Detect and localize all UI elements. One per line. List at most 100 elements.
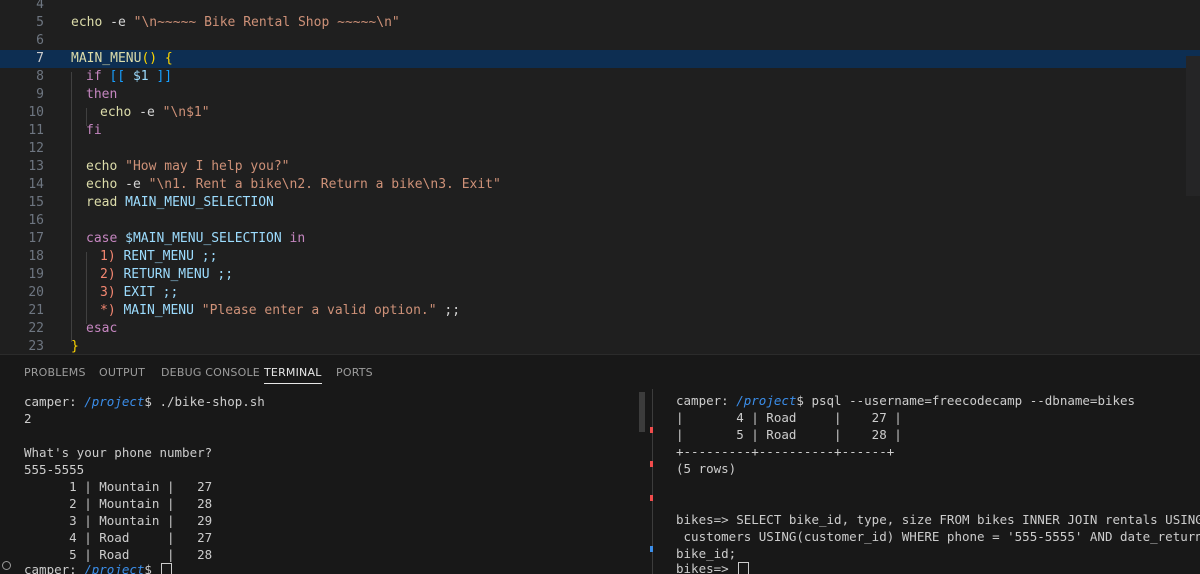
terminal-line: customers USING(customer_id) WHERE phone… [676,529,1200,544]
panel-tab-bar: PROBLEMS OUTPUT DEBUG CONSOLE TERMINAL P… [0,354,1200,389]
code-token: "How may I help you?" [117,159,290,174]
code-token: EXIT ;; [115,285,179,300]
code-line[interactable]: 17 case $MAIN_MENU_SELECTION in [0,230,1200,248]
code-line[interactable]: 16 [0,212,1200,230]
code-token: RETURN_MENU ;; [115,267,234,282]
line-number: 15 [28,195,44,210]
error-marker-icon [650,461,653,467]
code-line[interactable]: 6 [0,32,1200,50]
code-token: "Please enter a valid option." [193,303,437,318]
code-token: read [86,195,118,210]
table-row: 3 | Mountain | 29 [24,513,213,528]
table-row: 4 | Road | 27 [24,530,213,545]
error-marker-icon [650,427,653,433]
terminal-right[interactable]: camper: /project$ psql --username=freeco… [660,389,1200,574]
info-marker-icon [650,546,653,552]
terminal-scrollbar[interactable] [639,392,645,432]
terminal-prompt[interactable]: bikes=> [676,560,750,574]
code-line-active[interactable]: 7 MAIN_MENU() { [0,50,1200,68]
code-token: "\n1. Rent a bike\n2. Return a bike\n3. … [148,177,501,192]
code-line[interactable]: 10 echo -e "\n$1" [0,104,1200,122]
terminal-prompt[interactable]: camper: /project$ [24,561,173,574]
code-line[interactable]: 23} [0,338,1200,354]
code-token: $1 [125,69,149,84]
code-token: 1) [100,249,116,264]
terminal-line: 2 [24,411,32,426]
line-number: 8 [36,69,44,84]
line-number: 16 [28,213,44,228]
code-token: } [71,339,79,354]
prompt-user: camper: [24,394,77,409]
code-line[interactable]: 21 *) MAIN_MENU "Please enter a valid opt… [0,302,1200,320]
code-line[interactable]: 4 [0,0,1200,14]
code-line[interactable]: 13 echo "How may I help you?" [0,158,1200,176]
line-number: 21 [28,303,44,318]
code-token: { [157,51,173,66]
terminal-left[interactable]: camper: /project$ ./bike-shop.sh 2 What'… [0,389,652,574]
code-line[interactable]: 9 then [0,86,1200,104]
table-row: | 5 | Road | 28 | [676,427,902,442]
terminal-line: 555-5555 [24,462,85,477]
psql-prompt: bikes=> [676,561,737,574]
code-token: *) [100,303,116,318]
code-token: in [281,231,306,246]
code-token: "\n$1" [162,105,210,120]
line-number: 7 [36,51,44,66]
cursor-icon [738,561,750,574]
line-number: 9 [36,87,44,102]
code-token: 3) [100,285,116,300]
code-token: echo [71,15,103,30]
code-token: MAIN_MENU [71,51,142,66]
code-line[interactable]: 15 read MAIN_MENU_SELECTION [0,194,1200,212]
tab-output[interactable]: OUTPUT [99,366,145,379]
cursor-icon [161,562,173,574]
code-token: if [86,69,102,84]
code-line[interactable]: 14 echo -e "\n1. Rent a bike\n2. Return a… [0,176,1200,194]
table-row: | 4 | Road | 27 | [676,410,902,425]
line-number: 11 [28,123,44,138]
code-token: MAIN_MENU_SELECTION [117,195,274,210]
terminal-command: $ psql --username=freecodecamp --dbname=… [796,393,1136,408]
line-number: 10 [28,105,44,120]
code-token: MAIN_MENU [115,303,194,318]
line-number: 19 [28,267,44,282]
tab-debug-console[interactable]: DEBUG CONSOLE [161,366,260,379]
code-token: 2) [100,267,116,282]
code-token: fi [86,123,102,138]
code-line[interactable]: 22 esac [0,320,1200,338]
code-token: ]] [148,69,173,84]
code-line[interactable]: 11 fi [0,122,1200,140]
code-token: echo [86,159,118,174]
code-line[interactable]: 19 2) RETURN_MENU ;; [0,266,1200,284]
line-number: 13 [28,159,44,174]
code-line[interactable]: 18 1) RENT_MENU ;; [0,248,1200,266]
prompt-path: /project [76,562,145,574]
terminal-line: (5 rows) [676,461,737,476]
code-line[interactable]: 8 if [[ $1 ]] [0,68,1200,86]
code-token: -e [102,15,134,30]
terminal-line: What's your phone number? [24,445,213,460]
tab-problems[interactable]: PROBLEMS [24,366,86,379]
line-number: 18 [28,249,44,264]
code-line[interactable]: 20 3) EXIT ;; [0,284,1200,302]
code-token: "\n~~~~~ Bike Rental Shop ~~~~~\n" [133,15,400,30]
code-editor[interactable]: 4 5 echo -e "\n~~~~~ Bike Rental Shop ~~~… [0,0,1200,354]
prompt-path: /project [76,394,145,409]
prompt-path: /project [728,393,797,408]
line-number: 6 [36,33,44,48]
code-line[interactable]: 12 [0,140,1200,158]
code-token: $MAIN_MENU_SELECTION [117,231,282,246]
terminal-line: camper: /project$ ./bike-shop.sh [24,393,265,410]
editor-scrollbar[interactable] [1186,56,1200,196]
table-border: +---------+----------+------+ [676,444,895,459]
code-line[interactable]: 5 echo -e "\n~~~~~ Bike Rental Shop ~~~~~… [0,14,1200,32]
terminal-line: bikes=> SELECT bike_id, type, size FROM … [676,512,1200,527]
prompt-user: camper: [676,393,729,408]
code-token: -e [131,105,163,120]
code-token: -e [117,177,149,192]
line-number: 14 [28,177,44,192]
tab-ports[interactable]: PORTS [336,366,373,379]
error-marker-icon [650,495,653,501]
tab-terminal[interactable]: TERMINAL [264,366,322,384]
line-number: 4 [36,0,44,12]
